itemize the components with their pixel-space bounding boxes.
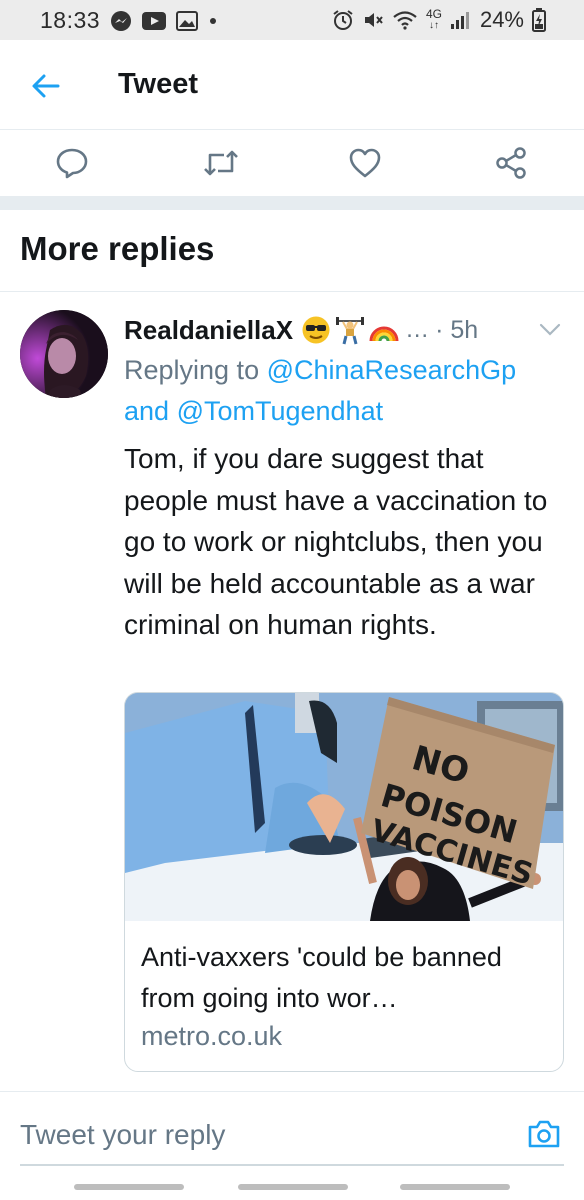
wifi-icon [392, 10, 418, 30]
camera-button[interactable] [524, 1114, 564, 1154]
network-type-label: 4G [425, 7, 442, 21]
status-bar: 18:33 4G ↓↑ 24% [0, 0, 584, 40]
tweet-action-bar [0, 130, 584, 196]
reply-button[interactable] [47, 138, 97, 188]
mention-link-1[interactable]: @ChinaResearchGp [267, 355, 517, 385]
and-word: and [124, 396, 177, 426]
author-name[interactable]: RealdaniellaX [124, 315, 293, 346]
more-replies-header: More replies [0, 210, 584, 292]
battery-percent: 24% [479, 7, 524, 32]
notification-dot-icon [208, 16, 218, 26]
tweet-time: · 5h [435, 315, 479, 344]
status-time: 18:33 [40, 7, 101, 33]
nav-home-handle[interactable] [238, 1184, 348, 1190]
youtube-icon [142, 11, 167, 30]
retweet-icon [204, 150, 238, 176]
network-type-icon: 4G ↓↑ [425, 7, 442, 31]
nav-back-handle[interactable] [400, 1184, 510, 1190]
reply-bubble-icon [56, 148, 88, 179]
nav-recents-handle[interactable] [74, 1184, 184, 1190]
share-button[interactable] [486, 138, 536, 188]
heart-icon [349, 148, 381, 178]
link-card[interactable]: NO POISON VACCINES Anti-vaxxers 'could b… [124, 692, 564, 1072]
rainbow-emoji-icon [369, 326, 399, 342]
section-divider [0, 196, 584, 210]
name-ellipsis: … [405, 316, 430, 343]
like-button[interactable] [340, 138, 390, 188]
reply-composer [0, 1092, 584, 1176]
gesture-navigation-bar [0, 1176, 584, 1200]
author-emoji [301, 315, 399, 345]
signal-icon [450, 10, 472, 30]
replying-prefix: Replying to [124, 355, 267, 385]
tweet-author-line: RealdaniellaX … · 5h [124, 312, 564, 348]
card-image: NO POISON VACCINES [125, 693, 563, 921]
app-header: Tweet [0, 40, 584, 130]
retweet-button[interactable] [196, 138, 246, 188]
avatar[interactable] [20, 310, 108, 398]
sunglasses-emoji-icon [302, 316, 330, 344]
reply-input-underline [20, 1164, 564, 1166]
arrow-left-icon [32, 74, 60, 98]
weightlifter-emoji-icon [336, 317, 365, 345]
reply-tweet[interactable]: RealdaniellaX … · 5h Replying to @ChinaR… [0, 292, 584, 1092]
gallery-icon [176, 10, 199, 31]
tweet-menu-button[interactable] [536, 316, 564, 344]
share-icon [496, 147, 526, 179]
tweet-text: Tom, if you dare suggest that people mus… [124, 443, 548, 640]
chevron-down-icon [539, 323, 561, 336]
messenger-icon [110, 10, 132, 32]
alarm-icon [332, 9, 354, 31]
reply-input[interactable] [20, 1110, 500, 1160]
page-title: Tweet [118, 68, 199, 100]
card-title: Anti-vaxxers 'could be banned from going… [141, 942, 502, 1013]
camera-icon [528, 1120, 560, 1148]
mention-link-2[interactable]: @TomTugendhat [177, 396, 384, 426]
replying-to: Replying to @ChinaResearchGp and @TomTug… [124, 350, 574, 432]
card-domain: metro.co.uk [141, 1021, 283, 1051]
back-button[interactable] [24, 64, 68, 108]
section-title: More replies [20, 230, 215, 267]
battery-charging-icon [532, 8, 546, 32]
mute-icon [362, 9, 384, 31]
